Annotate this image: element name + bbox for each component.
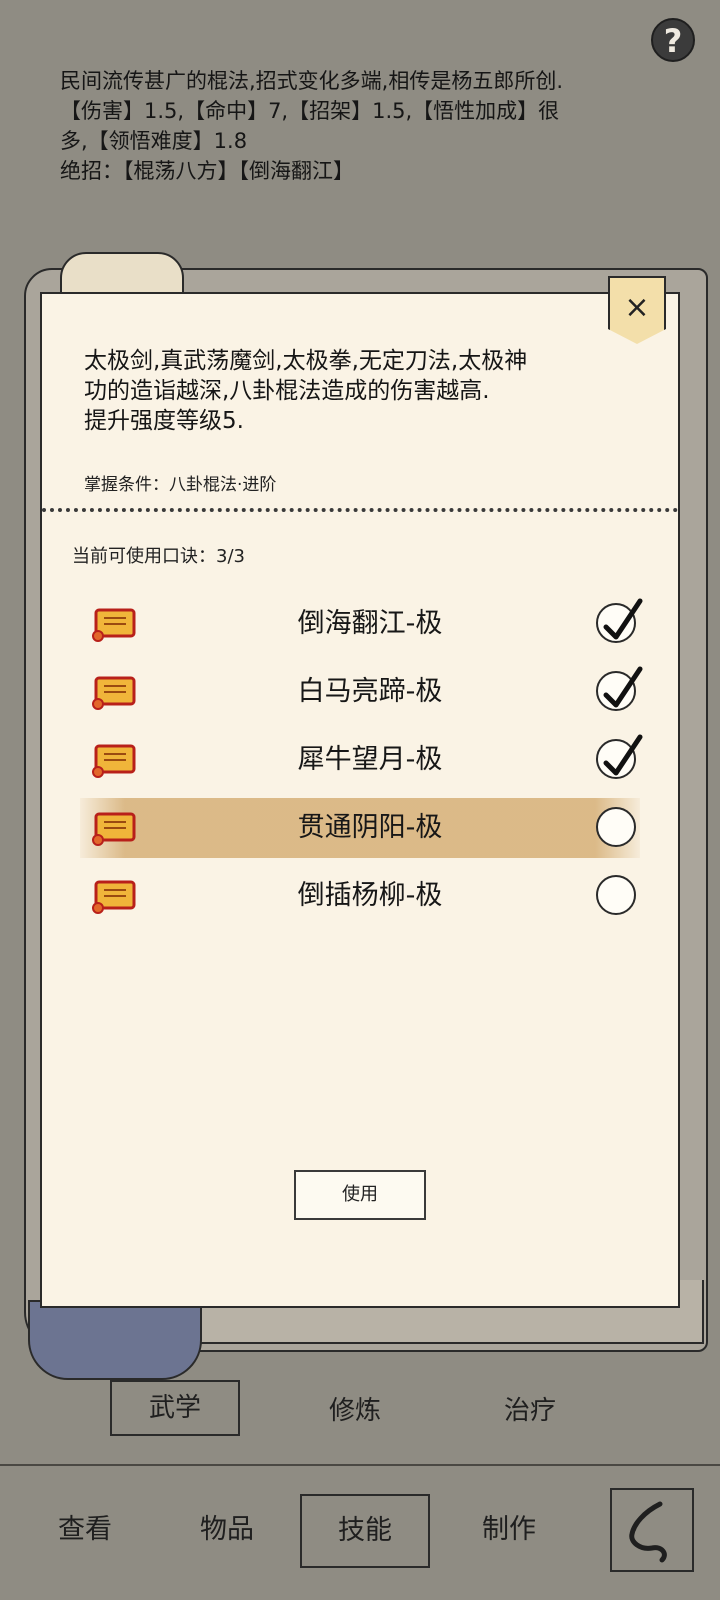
help-button[interactable]: ? — [651, 18, 695, 62]
back-arrow-icon — [629, 1501, 667, 1563]
subtab-heal[interactable]: 治疗 — [465, 1386, 595, 1436]
scroll-icon — [92, 608, 136, 642]
available-formula-count: 当前可使用口诀：3/3 — [72, 546, 245, 567]
formula-row[interactable]: 贯通阴阳-极 — [80, 798, 640, 858]
formula-row[interactable]: 白马亮蹄-极 — [80, 662, 643, 722]
formula-label: 贯通阴阳-极 — [297, 812, 443, 843]
nav-items[interactable]: 物品 — [162, 1500, 292, 1560]
nav-skills[interactable]: 技能 — [300, 1494, 430, 1568]
subtab-cultivate[interactable]: 修炼 — [290, 1386, 420, 1436]
subtab-martial[interactable]: 武学 — [110, 1380, 240, 1436]
description-line: 多,【领悟难度】1.8 — [60, 129, 248, 153]
skill-effect-line: 功的造诣越深,八卦棍法造成的伤害越高. — [84, 378, 490, 404]
formula-label: 犀牛望月-极 — [297, 744, 443, 775]
formula-label: 倒海翻江-极 — [297, 608, 443, 639]
formula-checkbox[interactable] — [596, 666, 643, 711]
scroll-icon — [92, 676, 136, 710]
mastery-condition: 掌握条件：八卦棍法·进阶 — [84, 475, 277, 495]
dotted-divider — [42, 508, 678, 512]
nav-craft[interactable]: 制作 — [444, 1500, 574, 1560]
scroll-icon — [92, 812, 136, 846]
formula-label: 倒插杨柳-极 — [297, 880, 443, 911]
description-line: 民间流传甚广的棍法,招式变化多端,相传是杨五郎所创. — [60, 69, 564, 93]
formula-checkbox[interactable] — [596, 598, 643, 643]
nav-view[interactable]: 查看 — [20, 1500, 150, 1560]
use-button[interactable]: 使用 — [294, 1170, 426, 1220]
scroll-roll-bottom — [28, 1300, 202, 1380]
description-line: 【伤害】1.5,【命中】7,【招架】1.5,【悟性加成】很 — [60, 99, 560, 123]
formula-label: 白马亮蹄-极 — [297, 676, 443, 707]
scroll-icon — [92, 744, 136, 778]
nav-divider — [0, 1464, 720, 1466]
back-button[interactable] — [610, 1488, 694, 1572]
skill-effect-line: 提升强度等级5. — [84, 408, 244, 434]
scroll-icon — [92, 880, 136, 914]
checkmark-icon — [603, 734, 643, 776]
description-line: 绝招：【棍荡八方】【倒海翻江】 — [60, 159, 354, 183]
formula-checkbox[interactable] — [596, 875, 636, 915]
checkmark-icon — [603, 666, 643, 708]
formula-row[interactable]: 倒海翻江-极 — [80, 594, 643, 654]
formula-checkbox[interactable] — [596, 807, 636, 847]
skill-effect-line: 太极剑,真武荡魔剑,太极拳,无定刀法,太极神 — [84, 348, 528, 374]
martial-art-description: 民间流传甚广的棍法,招式变化多端,相传是杨五郎所创. 【伤害】1.5,【命中】7… — [60, 66, 660, 186]
formula-row[interactable]: 犀牛望月-极 — [80, 730, 643, 790]
formula-row[interactable]: 倒插杨柳-极 — [80, 866, 640, 926]
checkmark-icon — [603, 598, 643, 640]
skill-effect-text: 太极剑,真武荡魔剑,太极拳,无定刀法,太极神 功的造诣越深,八卦棍法造成的伤害越… — [84, 346, 644, 436]
formula-checkbox[interactable] — [596, 734, 643, 779]
